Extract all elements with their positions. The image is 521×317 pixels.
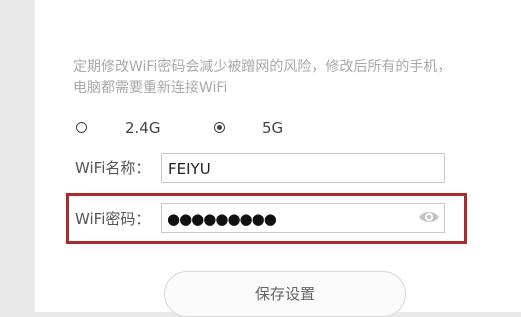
- wifi-password-label: WiFi密码：: [75, 210, 151, 228]
- wifi-password-hint: 定期修改WiFi密码会减少被蹭网的风险，修改后所有的手机， 电脑都需要重新连接W…: [73, 57, 513, 99]
- radio-label-5g[interactable]: 5G: [262, 119, 283, 137]
- wifi-name-value: FEIYU: [168, 160, 211, 178]
- hint-line-2: 电脑都需要重新连接WiFi: [73, 80, 228, 96]
- band-selector: 2.4G 5G: [0, 118, 521, 138]
- radio-label-2-4g[interactable]: 2.4G: [125, 119, 160, 137]
- wifi-name-input[interactable]: FEIYU: [161, 153, 445, 183]
- wifi-password-input[interactable]: ●●●●●●●●●: [161, 203, 445, 233]
- save-settings-button[interactable]: 保存设置: [164, 271, 406, 317]
- radio-5g[interactable]: [214, 122, 225, 133]
- password-masked-value: ●●●●●●●●●: [167, 210, 277, 228]
- radio-2-4g[interactable]: [76, 122, 87, 133]
- eye-icon[interactable]: [418, 209, 440, 229]
- wifi-name-label: WiFi名称：: [75, 159, 151, 177]
- hint-line-1: 定期修改WiFi密码会减少被蹭网的风险，修改后所有的手机，: [73, 59, 452, 75]
